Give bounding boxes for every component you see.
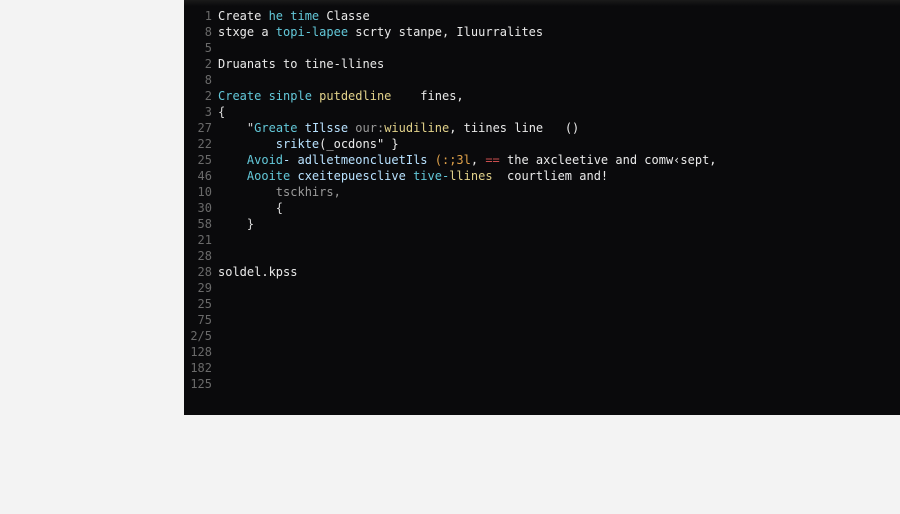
line-number: 46 bbox=[184, 168, 212, 184]
code-line[interactable] bbox=[218, 360, 900, 376]
code-line[interactable] bbox=[218, 248, 900, 264]
code-line[interactable] bbox=[218, 344, 900, 360]
code-token: - adlletmeoncluetIls bbox=[283, 153, 435, 167]
code-token: , bbox=[471, 153, 485, 167]
code-token: our: bbox=[355, 121, 384, 135]
code-line[interactable]: Aooite cxeitepuesclive tive-llines court… bbox=[218, 168, 900, 184]
code-editor[interactable]: 1852823272225461030582128282925752/51281… bbox=[184, 0, 900, 415]
code-token: the axcleetive and comw‹sept, bbox=[500, 153, 717, 167]
line-number: 27 bbox=[184, 120, 212, 136]
code-token: (_ocdons" } bbox=[319, 137, 398, 151]
code-token: llines bbox=[449, 169, 492, 183]
code-line[interactable] bbox=[218, 376, 900, 392]
code-token: he time bbox=[269, 9, 320, 23]
code-token: { bbox=[276, 201, 283, 215]
line-number: 125 bbox=[184, 376, 212, 392]
code-token: soldel.kpss bbox=[218, 265, 297, 279]
code-token: (:;3l bbox=[435, 153, 471, 167]
code-area[interactable]: 1852823272225461030582128282925752/51281… bbox=[184, 6, 900, 408]
line-number: 10 bbox=[184, 184, 212, 200]
code-token: tsckhirs, bbox=[276, 185, 341, 199]
line-number: 28 bbox=[184, 264, 212, 280]
code-token: stxge a bbox=[218, 25, 276, 39]
line-number: 29 bbox=[184, 280, 212, 296]
code-token: Aooite bbox=[247, 169, 298, 183]
line-number: 25 bbox=[184, 152, 212, 168]
code-token: { bbox=[218, 105, 225, 119]
line-number: 2 bbox=[184, 56, 212, 72]
code-line[interactable]: } bbox=[218, 216, 900, 232]
code-token: } bbox=[247, 217, 254, 231]
code-line[interactable] bbox=[218, 232, 900, 248]
line-number: 25 bbox=[184, 296, 212, 312]
code-line[interactable]: Druanats to tine-llines bbox=[218, 56, 900, 72]
line-number: 21 bbox=[184, 232, 212, 248]
line-number: 28 bbox=[184, 248, 212, 264]
line-number: 3 bbox=[184, 104, 212, 120]
line-number: 75 bbox=[184, 312, 212, 328]
code-token: , tiines line () bbox=[449, 121, 579, 135]
code-token: Create sinple bbox=[218, 89, 319, 103]
code-token: wiudiline bbox=[384, 121, 449, 135]
code-token: Create bbox=[218, 9, 269, 23]
code-line[interactable] bbox=[218, 280, 900, 296]
code-token: topi-lapee bbox=[276, 25, 355, 39]
line-number: 182 bbox=[184, 360, 212, 376]
code-line[interactable] bbox=[218, 72, 900, 88]
code-line[interactable]: { bbox=[218, 104, 900, 120]
code-token: fines, bbox=[391, 89, 463, 103]
line-number bbox=[184, 392, 212, 408]
line-number: 22 bbox=[184, 136, 212, 152]
code-line[interactable]: Create sinple putdedline fines, bbox=[218, 88, 900, 104]
code-token: tIlsse bbox=[298, 121, 356, 135]
code-token: tive- bbox=[413, 169, 449, 183]
line-number: 2 bbox=[184, 88, 212, 104]
code-line[interactable]: soldel.kpss bbox=[218, 264, 900, 280]
code-token: scrty stanpe, Iluurralites bbox=[355, 25, 543, 39]
code-token: Classe bbox=[319, 9, 370, 23]
code-line[interactable]: stxge a topi-lapee scrty stanpe, Iluurra… bbox=[218, 24, 900, 40]
code-token: courtliem and! bbox=[493, 169, 609, 183]
line-number: 1 bbox=[184, 8, 212, 24]
line-number: 2/5 bbox=[184, 328, 212, 344]
code-line[interactable] bbox=[218, 40, 900, 56]
line-number: 128 bbox=[184, 344, 212, 360]
code-line[interactable] bbox=[218, 312, 900, 328]
code-token: Greate bbox=[254, 121, 297, 135]
code-line[interactable]: tsckhirs, bbox=[218, 184, 900, 200]
line-number: 58 bbox=[184, 216, 212, 232]
line-number: 30 bbox=[184, 200, 212, 216]
line-number-gutter: 1852823272225461030582128282925752/51281… bbox=[184, 8, 218, 408]
code-token: putdedline bbox=[319, 89, 391, 103]
code-token: cxeitepuesclive bbox=[297, 169, 413, 183]
code-line[interactable] bbox=[218, 296, 900, 312]
code-token: Avoid bbox=[247, 153, 283, 167]
code-token: Druanats to tine-llines bbox=[218, 57, 384, 71]
code-line[interactable]: Create he time Classe bbox=[218, 8, 900, 24]
code-line[interactable]: "Greate tIlsse our:wiudiline, tiines lin… bbox=[218, 120, 900, 136]
code-line[interactable]: { bbox=[218, 200, 900, 216]
line-number: 8 bbox=[184, 24, 212, 40]
code-line[interactable] bbox=[218, 392, 900, 408]
code-token: == bbox=[485, 153, 499, 167]
line-number: 5 bbox=[184, 40, 212, 56]
code-token: srikte bbox=[276, 137, 319, 151]
code-line[interactable] bbox=[218, 328, 900, 344]
code-line[interactable]: srikte(_ocdons" } bbox=[218, 136, 900, 152]
code-lines[interactable]: Create he time Classestxge a topi-lapee … bbox=[218, 8, 900, 408]
code-line[interactable]: Avoid- adlletmeoncluetIls (:;3l, == the … bbox=[218, 152, 900, 168]
line-number: 8 bbox=[184, 72, 212, 88]
